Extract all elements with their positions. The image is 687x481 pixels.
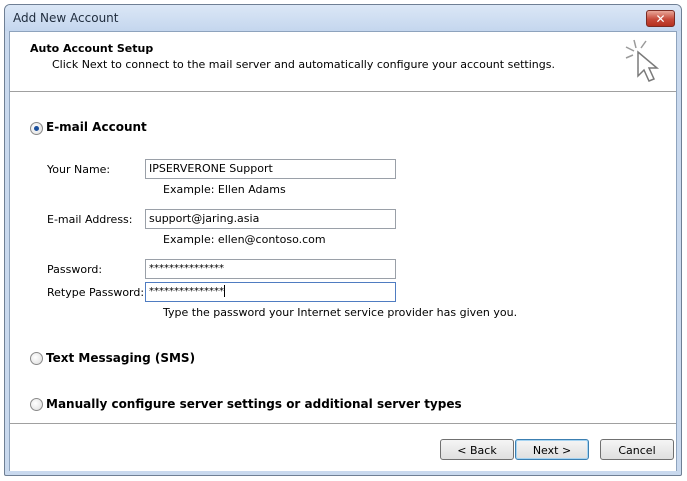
manual-config-radio[interactable] <box>30 398 43 411</box>
wizard-footer: < Back Next > Cancel <box>10 423 676 471</box>
email-account-label[interactable]: E-mail Account <box>46 120 147 134</box>
password-input[interactable]: *************** <box>145 259 396 279</box>
wizard-body: E-mail Account Your Name: IPSERVERONE Su… <box>10 93 676 423</box>
header-subtitle: Click Next to connect to the mail server… <box>52 58 555 71</box>
manual-config-label[interactable]: Manually configure server settings or ad… <box>46 397 462 411</box>
dialog-client: Auto Account Setup Click Next to connect… <box>9 31 677 471</box>
close-icon: ✕ <box>655 12 666 26</box>
email-address-hint: Example: ellen@contoso.com <box>163 233 326 246</box>
window-title: Add New Account <box>13 11 119 25</box>
retype-password-input[interactable]: *************** <box>145 282 396 302</box>
wizard-header: Auto Account Setup Click Next to connect… <box>10 32 676 92</box>
password-hint: Type the password your Internet service … <box>163 306 518 319</box>
email-address-input[interactable]: support@jaring.asia <box>145 209 396 229</box>
password-label: Password: <box>47 263 103 276</box>
your-name-hint: Example: Ellen Adams <box>163 183 286 196</box>
email-account-radio[interactable] <box>30 122 43 135</box>
title-bar[interactable]: Add New Account ✕ <box>5 5 681 31</box>
cursor-sparkle-icon <box>625 39 660 82</box>
header-title: Auto Account Setup <box>30 42 154 55</box>
text-messaging-label[interactable]: Text Messaging (SMS) <box>46 351 195 365</box>
retype-password-label: Retype Password: <box>47 286 145 299</box>
your-name-label: Your Name: <box>47 163 111 176</box>
cancel-button[interactable]: Cancel <box>600 439 674 460</box>
close-button[interactable]: ✕ <box>646 10 675 27</box>
text-caret <box>224 285 225 297</box>
next-button[interactable]: Next > <box>515 439 589 460</box>
retype-password-value: *************** <box>149 286 224 297</box>
your-name-input[interactable]: IPSERVERONE Support <box>145 159 396 179</box>
add-account-dialog: Add New Account ✕ Auto Account Setup Cli… <box>4 4 682 476</box>
back-button[interactable]: < Back <box>440 439 514 460</box>
email-address-label: E-mail Address: <box>47 213 133 226</box>
text-messaging-radio[interactable] <box>30 352 43 365</box>
